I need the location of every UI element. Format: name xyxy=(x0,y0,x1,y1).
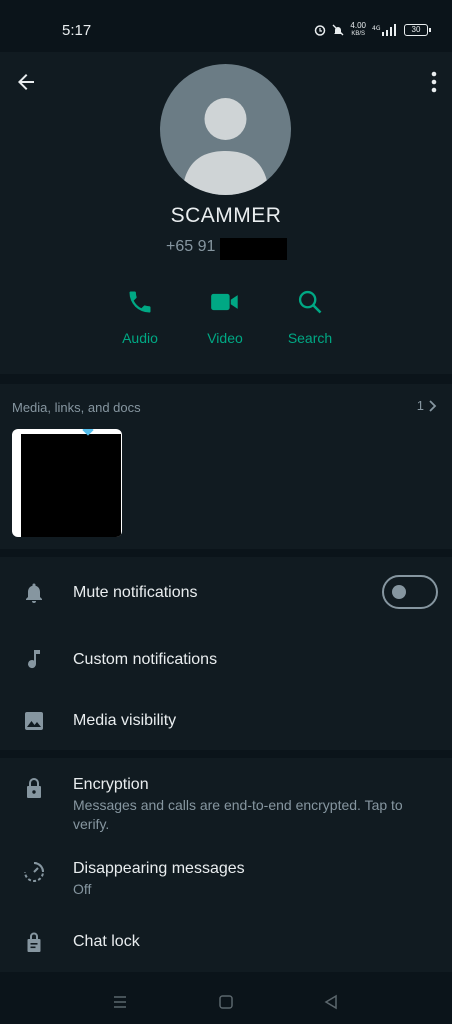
signal-icon: 4G xyxy=(372,24,396,36)
svg-text:4G: 4G xyxy=(372,25,381,32)
back-triangle-icon[interactable] xyxy=(323,994,339,1010)
media-count[interactable]: 1 xyxy=(417,398,438,413)
phone-icon xyxy=(129,291,151,313)
redacted-thumbnail xyxy=(21,434,121,537)
visibility-label: Media visibility xyxy=(73,712,177,729)
recent-apps-icon[interactable] xyxy=(112,994,128,1010)
system-nav-bar xyxy=(0,980,452,1024)
home-icon[interactable] xyxy=(218,994,234,1010)
status-time: 5:17 xyxy=(62,22,92,39)
audio-label: Audio xyxy=(122,330,158,346)
disappearing-title: Disappearing messages xyxy=(73,860,245,877)
search-icon xyxy=(298,290,322,314)
video-call-button[interactable]: Video xyxy=(185,288,265,346)
redaction-box xyxy=(220,238,287,260)
timer-icon xyxy=(24,862,44,882)
chat-lock-row[interactable]: Chat lock xyxy=(0,916,452,972)
notification-settings: Mute notifications Custom notifications … xyxy=(0,557,452,750)
image-icon xyxy=(25,712,43,730)
video-label: Video xyxy=(207,330,243,346)
contact-phone: +65 91 xyxy=(166,238,216,255)
media-count-value: 1 xyxy=(416,398,424,413)
search-label: Search xyxy=(287,330,333,346)
net-speed: 4.00 KB/S xyxy=(350,22,366,38)
disappearing-value: Off xyxy=(73,881,92,897)
media-thumbnail[interactable] xyxy=(12,429,122,537)
encryption-row[interactable]: Encryption Messages and calls are end-to… xyxy=(0,758,452,840)
mute-toggle[interactable] xyxy=(382,575,438,609)
more-vert-icon[interactable] xyxy=(430,70,438,94)
battery-indicator: 30 xyxy=(404,24,431,36)
mute-notifications-row[interactable]: Mute notifications xyxy=(0,557,452,627)
search-button[interactable]: Search xyxy=(270,288,350,346)
custom-notifications-row[interactable]: Custom notifications xyxy=(0,627,452,689)
back-arrow-icon[interactable] xyxy=(14,70,38,94)
encryption-title: Encryption xyxy=(73,776,149,793)
mute-label: Mute notifications xyxy=(73,584,198,601)
video-camera-icon xyxy=(211,293,238,311)
contact-header: SCAMMER +65 91 Audio Video Search xyxy=(0,52,452,374)
chat-lock-icon xyxy=(27,932,41,952)
media-label: Media, links, and docs xyxy=(12,400,141,415)
status-bar: 5:17 4.00 KB/S 4G 30 xyxy=(0,0,452,52)
audio-call-button[interactable]: Audio xyxy=(100,288,180,346)
lock-icon xyxy=(27,778,41,798)
chat-lock-label: Chat lock xyxy=(73,933,140,950)
media-section[interactable]: Media, links, and docs 1 xyxy=(0,384,452,549)
contact-name: SCAMMER xyxy=(170,204,282,227)
disappearing-messages-row[interactable]: Disappearing messages Off xyxy=(0,842,452,912)
net-speed-unit: KB/S xyxy=(351,31,366,37)
privacy-settings: Encryption Messages and calls are end-to… xyxy=(0,758,452,972)
media-visibility-row[interactable]: Media visibility xyxy=(0,689,452,750)
encryption-description: Messages and calls are end-to-end encryp… xyxy=(73,797,403,832)
mute-bell-icon xyxy=(332,24,344,36)
music-note-icon xyxy=(28,650,40,669)
custom-label: Custom notifications xyxy=(73,651,218,668)
alarm-icon xyxy=(315,25,326,36)
default-avatar-icon xyxy=(182,98,269,195)
toggle-knob xyxy=(392,585,406,599)
chevron-right-icon xyxy=(429,399,437,412)
avatar[interactable] xyxy=(160,64,291,195)
system-icons: 4.00 KB/S 4G 30 xyxy=(314,22,431,38)
bell-icon xyxy=(26,583,42,603)
net-speed-value: 4.00 xyxy=(350,21,366,30)
